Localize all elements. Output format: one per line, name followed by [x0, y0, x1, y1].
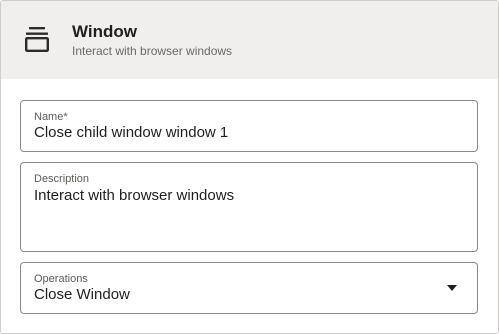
description-field-value[interactable]: Interact with browser windows [34, 186, 234, 206]
name-field-label: Name* [34, 111, 68, 123]
operations-select[interactable]: Operations Close Window [20, 262, 478, 314]
description-field[interactable]: Description Interact with browser window… [20, 162, 478, 252]
panel-subtitle: Interact with browser windows [72, 44, 233, 58]
description-field-label: Description [34, 173, 90, 185]
name-field[interactable]: Name* Close child window window 1 [20, 100, 478, 152]
operations-select-label: Operations [34, 273, 88, 285]
operations-select-value[interactable]: Close Window [34, 285, 130, 305]
window-stack-icon [25, 27, 50, 53]
window-action-panel: Window Interact with browser windows Nam… [0, 0, 499, 334]
panel-title: Window [72, 22, 137, 41]
chevron-down-icon[interactable] [447, 285, 457, 291]
panel-header: Window Interact with browser windows [1, 1, 498, 79]
name-field-value[interactable]: Close child window window 1 [34, 123, 228, 143]
